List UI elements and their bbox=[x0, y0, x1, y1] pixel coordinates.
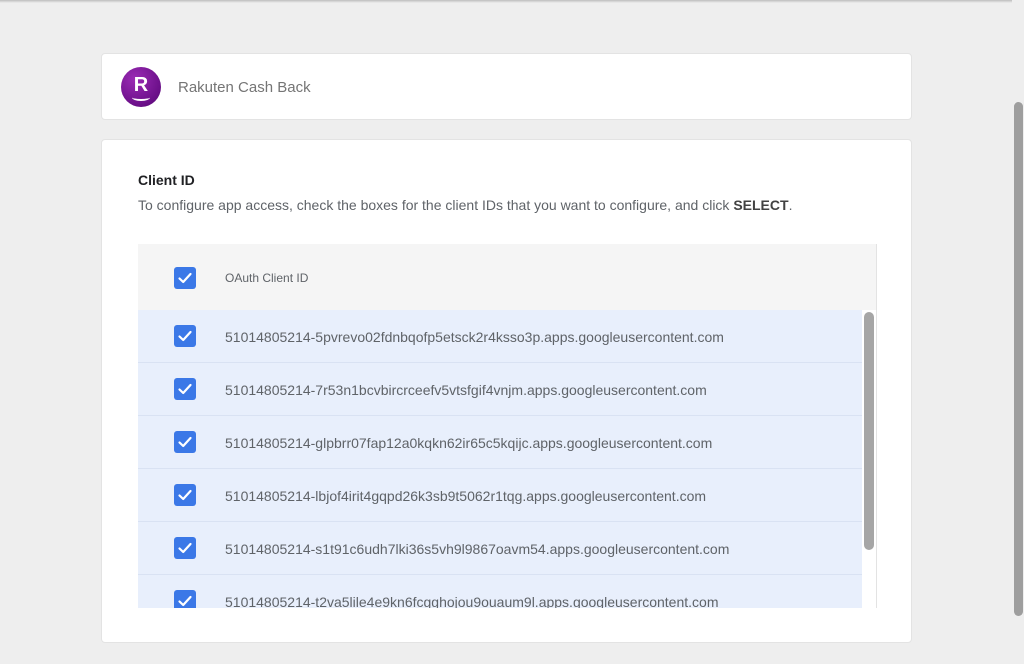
checkbox-checked-icon bbox=[178, 542, 192, 554]
table-row[interactable]: 51014805214-s1t91c6udh7lki36s5vh9l9867oa… bbox=[138, 522, 862, 575]
checkbox-checked-icon bbox=[178, 272, 192, 284]
client-id-text: 51014805214-t2va5lile4e9kn6fcgghojou9oua… bbox=[225, 594, 719, 608]
checkbox-checked-icon bbox=[178, 489, 192, 501]
checkbox-checked-icon bbox=[178, 436, 192, 448]
select-all-checkbox[interactable] bbox=[174, 267, 196, 289]
rakuten-logo-icon: R bbox=[121, 67, 161, 107]
table-row[interactable]: 51014805214-glpbrr07fap12a0kqkn62ir65c5k… bbox=[138, 416, 862, 469]
row-checkbox[interactable] bbox=[174, 590, 196, 608]
row-checkbox[interactable] bbox=[174, 431, 196, 453]
table-scrollbar[interactable] bbox=[864, 312, 874, 550]
page-scrollbar[interactable] bbox=[1014, 102, 1023, 616]
client-id-table: OAuth Client ID 51014805214-5pvrevo02fdn… bbox=[138, 244, 877, 608]
table-row[interactable]: 51014805214-5pvrevo02fdnbqofp5etsck2r4ks… bbox=[138, 310, 862, 363]
instructions-suffix: . bbox=[788, 197, 793, 213]
checkbox-checked-icon bbox=[178, 383, 192, 395]
client-id-text: 51014805214-7r53n1bcvbircrceefv5vtsfgif4… bbox=[225, 382, 707, 398]
instructions-prefix: To configure app access, check the boxes… bbox=[138, 197, 734, 213]
row-checkbox[interactable] bbox=[174, 537, 196, 559]
checkbox-checked-icon bbox=[178, 330, 192, 342]
table-rows: 51014805214-5pvrevo02fdnbqofp5etsck2r4ks… bbox=[138, 310, 862, 608]
row-checkbox[interactable] bbox=[174, 484, 196, 506]
table-row[interactable]: 51014805214-7r53n1bcvbircrceefv5vtsfgif4… bbox=[138, 363, 862, 416]
column-header-oauth-client-id: OAuth Client ID bbox=[225, 271, 309, 285]
client-id-text: 51014805214-5pvrevo02fdnbqofp5etsck2r4ks… bbox=[225, 329, 724, 345]
instructions-action: SELECT bbox=[733, 197, 789, 213]
table-row[interactable]: 51014805214-t2va5lile4e9kn6fcgghojou9oua… bbox=[138, 575, 862, 608]
client-id-text: 51014805214-lbjof4irit4gqpd26k3sb9t5062r… bbox=[225, 488, 707, 504]
row-checkbox[interactable] bbox=[174, 378, 196, 400]
app-name: Rakuten Cash Back bbox=[178, 79, 311, 96]
client-id-text: 51014805214-s1t91c6udh7lki36s5vh9l9867oa… bbox=[225, 541, 730, 557]
checkbox-checked-icon bbox=[178, 595, 192, 607]
app-card: R Rakuten Cash Back bbox=[101, 53, 912, 120]
table-header: OAuth Client ID bbox=[138, 244, 876, 310]
table-row[interactable]: 51014805214-lbjof4irit4gqpd26k3sb9t5062r… bbox=[138, 469, 862, 522]
logo-swoosh bbox=[132, 94, 150, 101]
top-shadow bbox=[0, 0, 1024, 3]
client-id-text: 51014805214-glpbrr07fap12a0kqkn62ir65c5k… bbox=[225, 435, 713, 451]
client-id-card: Client ID To configure app access, check… bbox=[101, 139, 912, 643]
row-checkbox[interactable] bbox=[174, 325, 196, 347]
section-title: Client ID bbox=[138, 172, 195, 188]
instructions-text: To configure app access, check the boxes… bbox=[138, 197, 792, 213]
